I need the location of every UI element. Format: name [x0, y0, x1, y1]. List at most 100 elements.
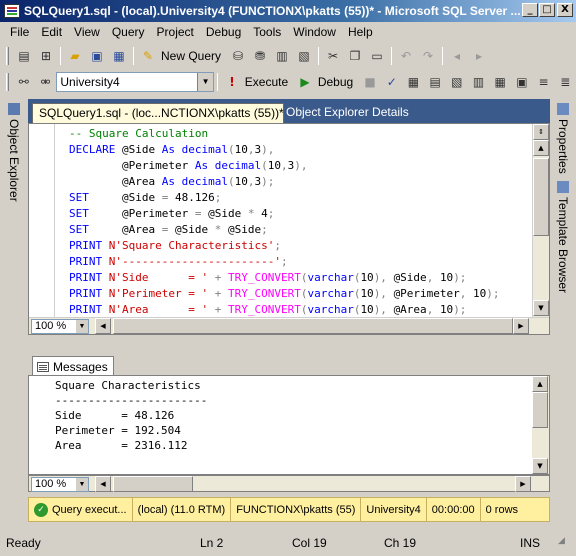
- code-token: 10: [360, 303, 374, 316]
- new-query-icon[interactable]: ✎: [137, 46, 159, 66]
- menu-help[interactable]: Help: [342, 25, 379, 39]
- code-token: );: [453, 271, 467, 284]
- code-line: -- Square Calculation: [69, 126, 500, 142]
- horizontal-scroll-thumb[interactable]: [113, 476, 193, 492]
- status-character: Ch 19: [384, 536, 417, 550]
- messages-pane[interactable]: Square Characteristics ------------------…: [28, 375, 550, 475]
- messages-vertical-scrollbar[interactable]: ▲ ▼: [532, 376, 549, 474]
- menu-debug[interactable]: Debug: [200, 25, 247, 39]
- database-query-icon[interactable]: ⛁: [227, 46, 249, 66]
- menu-edit[interactable]: Edit: [35, 25, 68, 39]
- display-estimated-plan-icon[interactable]: ▦: [403, 72, 425, 92]
- redo-icon[interactable]: ↷: [417, 46, 439, 66]
- debug-icon[interactable]: ▶: [294, 72, 316, 92]
- scroll-down-icon[interactable]: ▼: [533, 300, 549, 316]
- menu-file[interactable]: File: [4, 25, 35, 39]
- navigate-forward-icon[interactable]: ▸: [468, 46, 490, 66]
- code-token: SET: [69, 191, 122, 204]
- uncomment-icon[interactable]: ≣: [554, 72, 576, 92]
- debug-button[interactable]: Debug: [318, 75, 353, 89]
- code-token: *: [214, 223, 228, 236]
- scroll-up-icon[interactable]: ▲: [533, 140, 549, 156]
- sql-editor[interactable]: -- Square Calculation DECLARE @Side As de…: [28, 123, 550, 335]
- scroll-up-icon[interactable]: ▲: [532, 376, 548, 392]
- properties-icon: [557, 103, 569, 115]
- mdx-query-icon[interactable]: ▥: [271, 46, 293, 66]
- menu-project[interactable]: Project: [151, 25, 200, 39]
- scroll-right-icon[interactable]: ▶: [513, 318, 529, 334]
- code-token: N'-----------------------': [108, 255, 281, 268]
- parse-icon[interactable]: ✓: [381, 72, 403, 92]
- chevron-down-icon[interactable]: ▼: [76, 320, 88, 333]
- analysis-query-icon[interactable]: ⛃: [249, 46, 271, 66]
- open-folder-icon[interactable]: ▰: [64, 46, 86, 66]
- scroll-right-icon[interactable]: ▶: [515, 476, 531, 492]
- scroll-thumb[interactable]: [533, 158, 549, 236]
- code-token: varchar: [307, 287, 354, 300]
- execute-button[interactable]: Execute: [245, 75, 288, 89]
- code-token: ,: [426, 271, 440, 284]
- results-to-file-icon[interactable]: ▣: [511, 72, 533, 92]
- editor-zoom-select[interactable]: 100 % ▼: [31, 319, 89, 334]
- row-count-status: 0 rows: [485, 503, 519, 516]
- editor-vertical-scrollbar[interactable]: ⇕ ▲ ▼: [532, 124, 549, 317]
- tab-messages[interactable]: Messages: [32, 356, 114, 376]
- chevron-down-icon[interactable]: ▼: [76, 478, 88, 491]
- query-options-icon[interactable]: ▤: [424, 72, 446, 92]
- split-handle-icon[interactable]: ⇕: [533, 124, 549, 140]
- toolbar-grip[interactable]: [6, 47, 9, 65]
- template-browser-tab[interactable]: Template Browser: [556, 181, 570, 293]
- scroll-down-icon[interactable]: ▼: [532, 458, 548, 474]
- minimize-button[interactable]: _: [522, 3, 538, 17]
- include-actual-plan-icon[interactable]: ▧: [446, 72, 468, 92]
- database-select[interactable]: University4 ▼: [56, 72, 215, 92]
- save-all-icon[interactable]: ▦: [108, 46, 130, 66]
- add-item-icon[interactable]: ⊞: [35, 46, 57, 66]
- template-browser-icon: [557, 181, 569, 193]
- copy-icon[interactable]: ❐: [344, 46, 366, 66]
- execute-icon[interactable]: !: [221, 72, 243, 92]
- new-project-icon[interactable]: ▤: [13, 46, 35, 66]
- resize-grip-icon[interactable]: ◢: [558, 536, 565, 546]
- chevron-down-icon[interactable]: ▼: [197, 73, 214, 91]
- menu-view[interactable]: View: [68, 25, 106, 39]
- object-explorer-tab[interactable]: Object Explorer: [7, 103, 21, 202]
- close-button[interactable]: X: [557, 3, 573, 17]
- paste-icon[interactable]: ▭: [366, 46, 388, 66]
- menu-tools[interactable]: Tools: [247, 25, 287, 39]
- properties-tab[interactable]: Properties: [556, 103, 570, 174]
- results-to-text-icon[interactable]: ▥: [468, 72, 490, 92]
- new-query-button[interactable]: New Query: [161, 49, 221, 63]
- maximize-button[interactable]: □: [539, 3, 555, 17]
- messages-zoom-select[interactable]: 100 % ▼: [31, 477, 89, 492]
- cancel-query-icon[interactable]: ■: [359, 72, 381, 92]
- menu-query[interactable]: Query: [106, 25, 151, 39]
- comment-out-icon[interactable]: ≡: [533, 72, 555, 92]
- tab-object-explorer-details[interactable]: Object Explorer Details: [280, 103, 415, 123]
- code-token: PRINT: [69, 271, 109, 284]
- dmx-query-icon[interactable]: ▧: [293, 46, 315, 66]
- connect-icon[interactable]: ⚯: [13, 72, 35, 92]
- undo-icon[interactable]: ↶: [395, 46, 417, 66]
- save-icon[interactable]: ▣: [86, 46, 108, 66]
- editor-bottom-bar: 100 % ▼ ◀ ▶: [29, 317, 549, 334]
- cut-icon[interactable]: ✂: [322, 46, 344, 66]
- results-to-grid-icon[interactable]: ▦: [489, 72, 511, 92]
- code-token: =: [194, 207, 209, 220]
- toolbar-grip[interactable]: [6, 73, 9, 91]
- code-token: varchar: [307, 271, 354, 284]
- code-token: N'Side = ': [108, 271, 215, 284]
- code-token: @Side: [121, 143, 162, 156]
- tab-sqlquery1[interactable]: SQLQuery1.sql - (loc...NCTIONX\pkatts (5…: [32, 103, 284, 123]
- scroll-left-icon[interactable]: ◀: [95, 318, 111, 334]
- navigate-back-icon[interactable]: ◂: [446, 46, 468, 66]
- check-icon: ✓: [34, 502, 48, 517]
- code-token: );: [486, 287, 500, 300]
- scroll-left-icon[interactable]: ◀: [95, 476, 111, 492]
- menu-window[interactable]: Window: [287, 25, 342, 39]
- code-area[interactable]: -- Square Calculation DECLARE @Side As de…: [69, 126, 500, 334]
- change-connection-icon[interactable]: ⚮: [35, 72, 57, 92]
- scroll-thumb[interactable]: [532, 392, 548, 428]
- code-token: 10: [439, 303, 454, 316]
- horizontal-scroll-thumb[interactable]: [113, 318, 513, 334]
